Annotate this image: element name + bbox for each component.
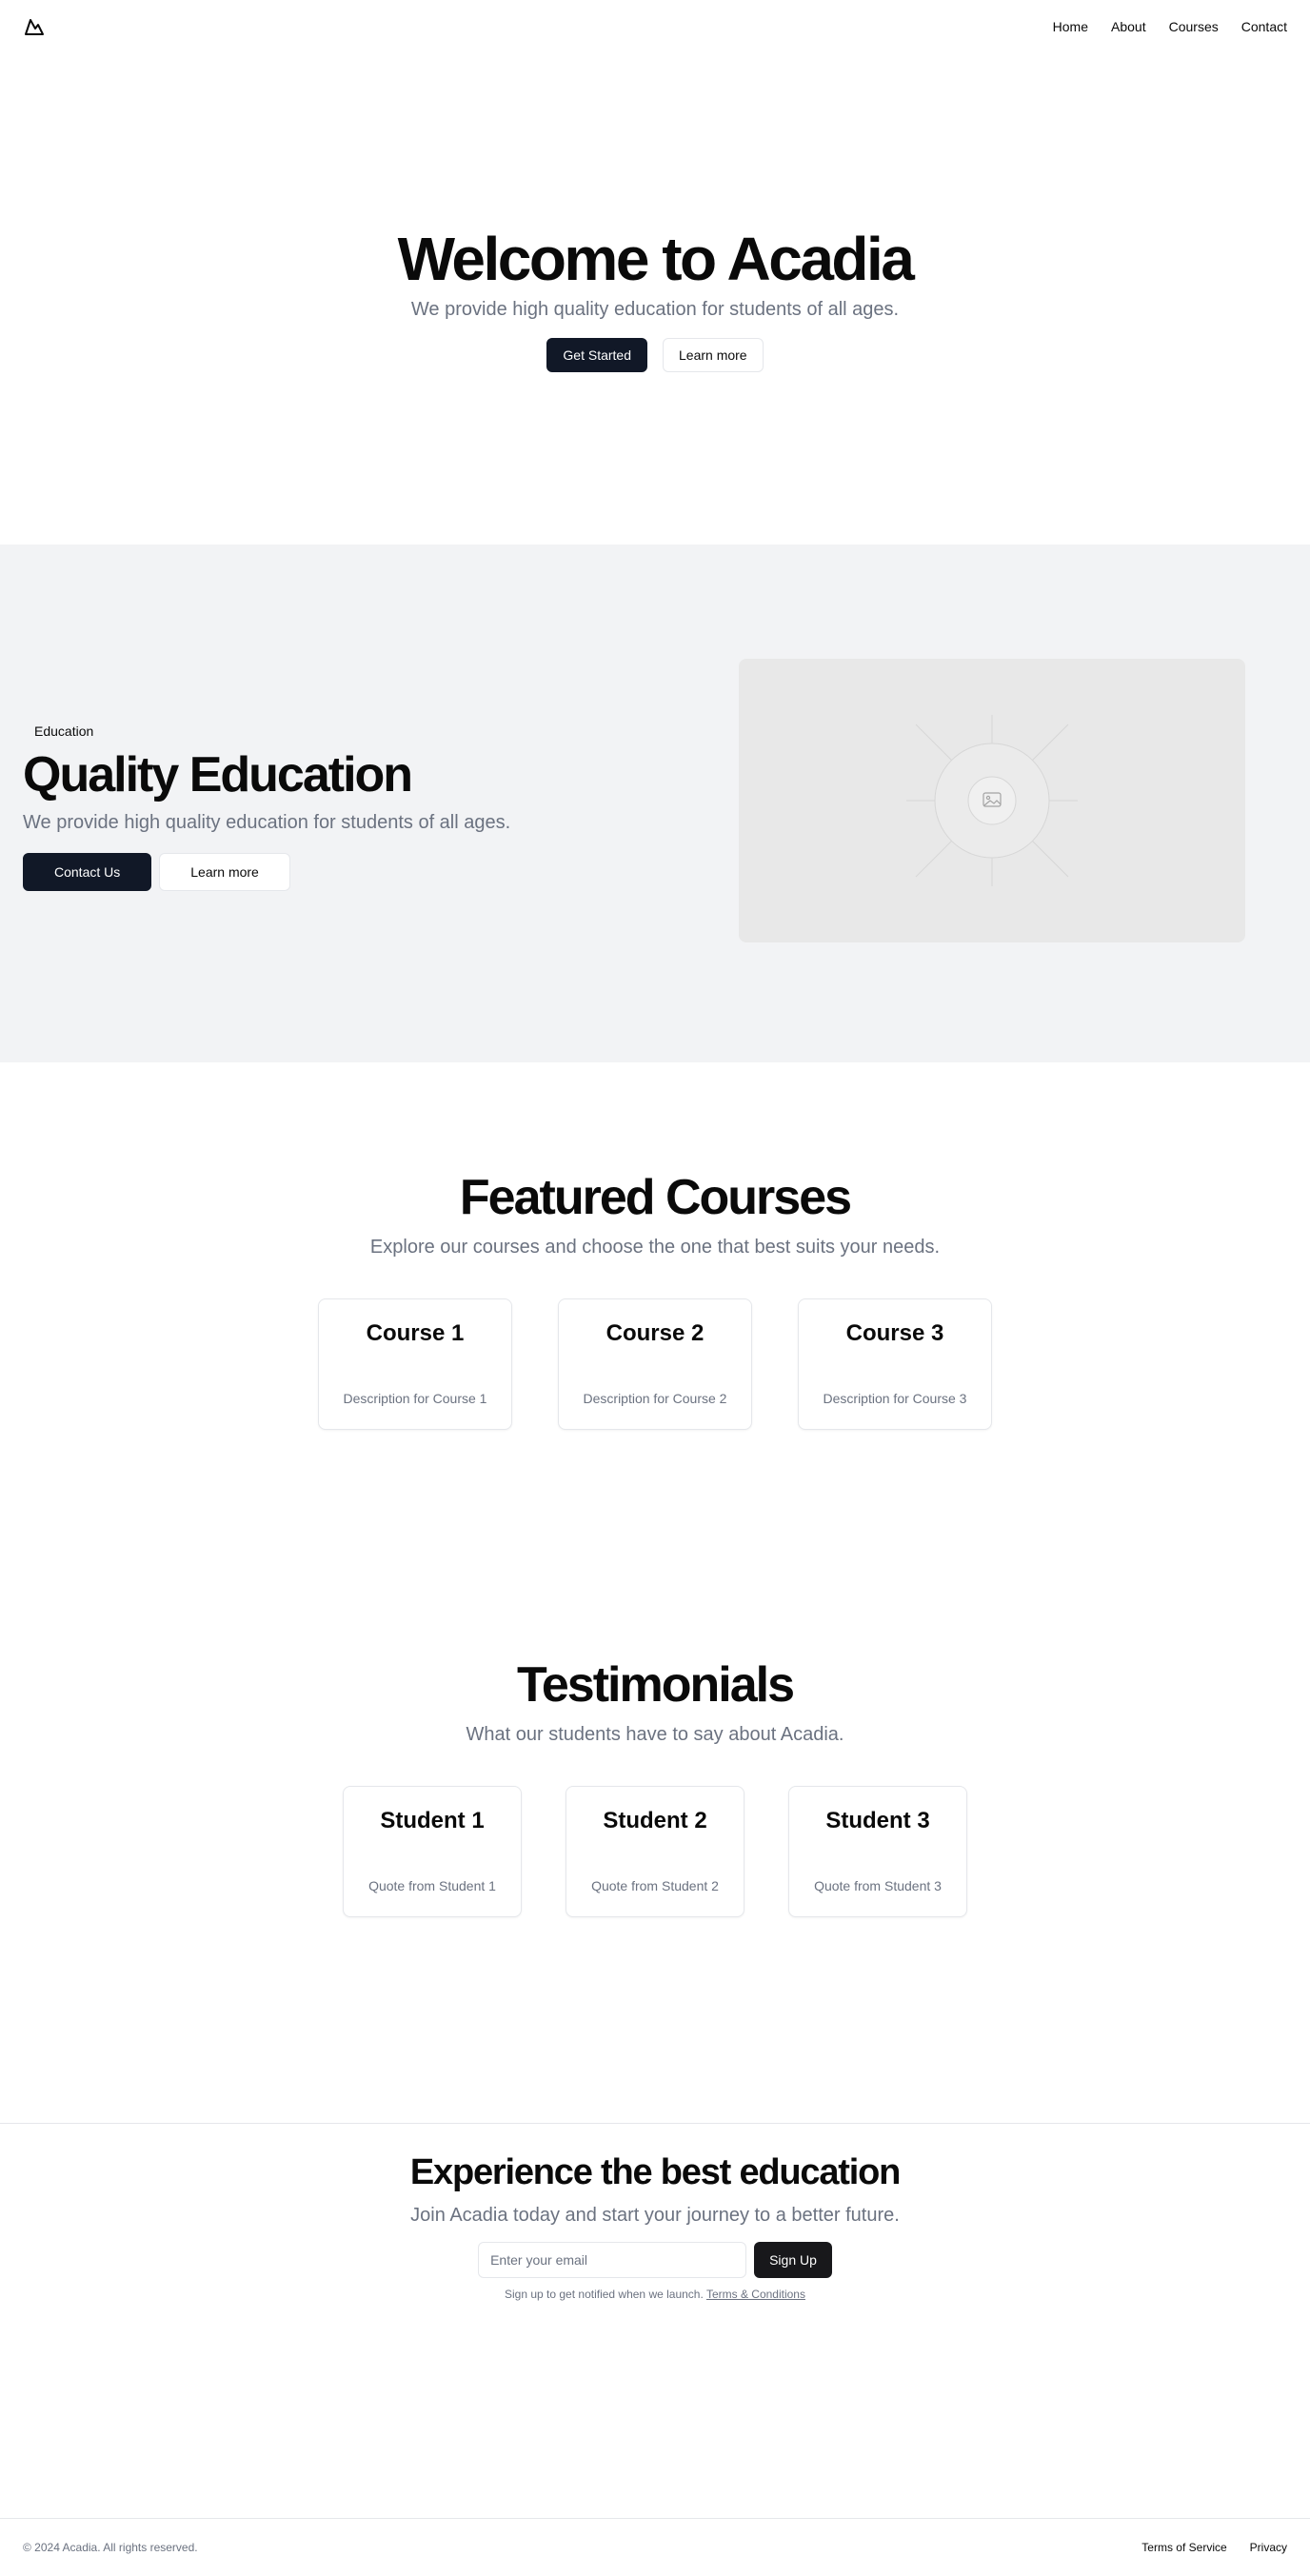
terms-of-service-link[interactable]: Terms of Service [1141,2541,1226,2554]
image-placeholder-icon [906,715,1078,886]
home-logo-link[interactable] [23,15,46,38]
testimonials-section: Testimonials What our students have to s… [0,1657,1310,1918]
signup-cta-section: Experience the best education Join Acadi… [0,2152,1310,2301]
nav-link-contact[interactable]: Contact [1241,19,1287,34]
hero-subtitle: We provide high quality education for st… [410,298,900,320]
get-started-button[interactable]: Get Started [546,337,647,372]
course-description: Description for Course 1 [343,1391,487,1407]
nav-link-home[interactable]: Home [1053,19,1088,34]
testimonials-title: Testimonials [516,1657,795,1713]
feature-learn-more-button[interactable]: Learn more [159,853,290,892]
cta-subtitle: Join Acadia today and start your journey… [410,2204,900,2226]
footer: © 2024 Acadia. All rights reserved. Term… [0,2519,1310,2576]
testimonial-card: Student 2 Quote from Student 2 [566,1786,744,1918]
feature-title: Quality Education [23,747,413,803]
hero-learn-more-button[interactable]: Learn more [663,337,764,372]
terms-conditions-link[interactable]: Terms & Conditions [706,2288,805,2301]
section-divider [0,2123,1310,2124]
student-name: Student 3 [825,1808,930,1834]
courses-title: Featured Courses [459,1170,852,1225]
testimonial-cards: Student 1 Quote from Student 1 Student 2… [0,1786,1310,1918]
hero-title: Welcome to Acadia [397,225,915,294]
course-card[interactable]: Course 2 Description for Course 2 [558,1298,752,1431]
featured-courses-section: Featured Courses Explore our courses and… [0,1170,1310,1431]
sign-up-button[interactable]: Sign Up [754,2241,832,2278]
mountain-icon [25,19,44,35]
nav-link-about[interactable]: About [1111,19,1146,34]
testimonial-card: Student 3 Quote from Student 3 [788,1786,967,1918]
nav-links: Home About Courses Contact [1053,19,1287,34]
feature-buttons: Contact Us Learn more [23,853,689,892]
course-description: Description for Course 2 [583,1391,727,1407]
nav-link-courses[interactable]: Courses [1169,19,1219,34]
feature-subtitle: We provide high quality education for st… [23,812,511,834]
hero-buttons: Get Started Learn more [546,337,764,372]
feature-section: Education Quality Education We provide h… [0,545,1310,1062]
signup-form: Sign Up [0,2241,1310,2278]
course-title: Course 1 [366,1320,465,1347]
testimonials-subtitle: What our students have to say about Acad… [466,1724,844,1746]
email-input[interactable] [478,2241,747,2278]
copyright-text: © 2024 Acadia. All rights reserved. [23,2541,198,2554]
student-quote: Quote from Student 1 [368,1878,496,1894]
courses-subtitle: Explore our courses and choose the one t… [369,1237,941,1258]
course-cards: Course 1 Description for Course 1 Course… [0,1298,1310,1431]
course-description: Description for Course 3 [823,1391,967,1407]
student-quote: Quote from Student 3 [814,1878,942,1894]
privacy-link[interactable]: Privacy [1250,2541,1287,2554]
top-nav: Home About Courses Contact [0,0,1310,53]
student-name: Student 2 [603,1808,707,1834]
signup-note-text: Sign up to get notified when we launch. [505,2287,704,2301]
student-name: Student 1 [380,1808,485,1834]
testimonial-card: Student 1 Quote from Student 1 [343,1786,522,1918]
feature-image-placeholder [739,659,1245,942]
student-quote: Quote from Student 2 [591,1878,719,1894]
course-card[interactable]: Course 3 Description for Course 3 [798,1298,992,1431]
footer-links: Terms of Service Privacy [1141,2541,1287,2554]
education-badge: Education [23,720,106,743]
course-title: Course 2 [605,1320,705,1347]
course-title: Course 3 [845,1320,944,1347]
course-card[interactable]: Course 1 Description for Course 1 [318,1298,512,1431]
feature-content: Education Quality Education We provide h… [23,720,689,892]
signup-note: Sign up to get notified when we launch. … [0,2288,1310,2301]
hero-section: Welcome to Acadia We provide high qualit… [0,53,1310,545]
cta-title: Experience the best education [409,2152,901,2192]
contact-us-button[interactable]: Contact Us [23,853,152,892]
